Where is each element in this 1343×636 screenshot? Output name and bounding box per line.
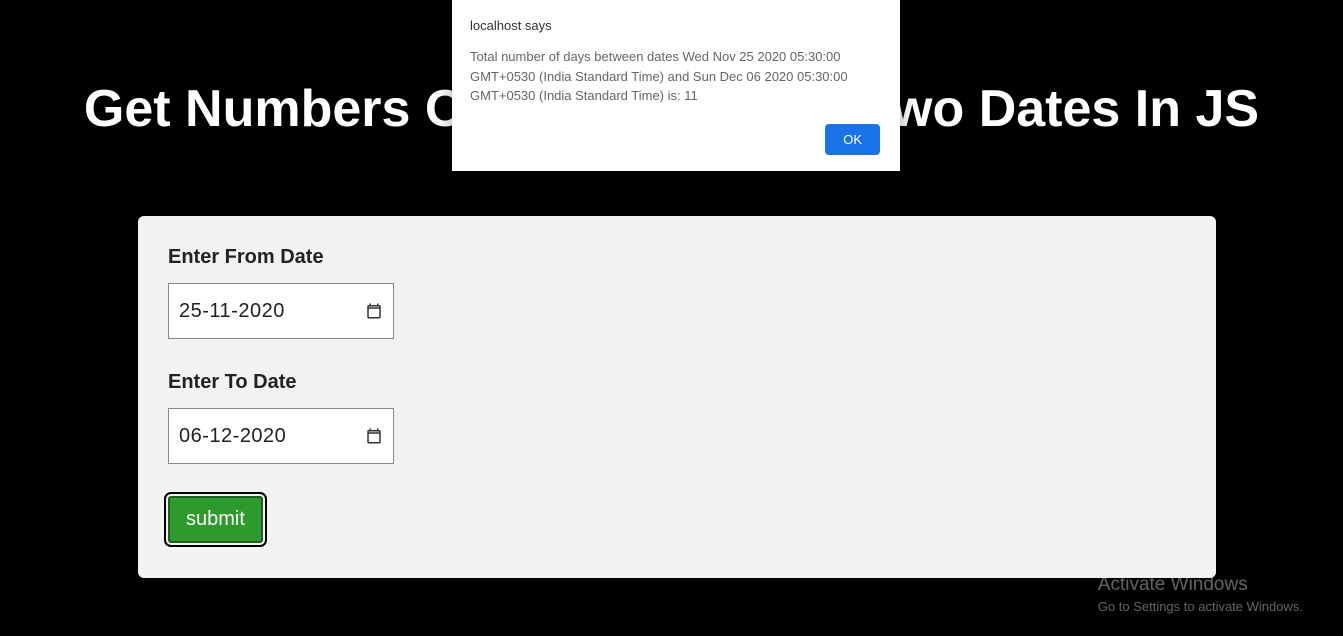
watermark-subtitle: Go to Settings to activate Windows. <box>1098 599 1303 614</box>
windows-activation-watermark: Activate Windows Go to Settings to activ… <box>1098 574 1303 614</box>
alert-message: Total number of days between dates Wed N… <box>470 47 880 106</box>
calendar-icon[interactable] <box>365 302 383 320</box>
to-date-label: Enter To Date <box>168 371 1186 394</box>
from-date-input[interactable]: 25-11-2020 <box>168 283 394 339</box>
form-card: Enter From Date 25-11-2020 Enter To Date… <box>138 216 1216 578</box>
calendar-icon[interactable] <box>365 427 383 445</box>
alert-source: localhost says <box>470 18 880 33</box>
to-date-value: 06-12-2020 <box>179 425 286 448</box>
alert-ok-button[interactable]: OK <box>825 124 880 155</box>
alert-actions: OK <box>470 124 880 155</box>
from-date-label: Enter From Date <box>168 246 1186 269</box>
alert-dialog: localhost says Total number of days betw… <box>452 0 900 171</box>
to-date-input[interactable]: 06-12-2020 <box>168 408 394 464</box>
to-date-group: Enter To Date 06-12-2020 <box>168 371 1186 464</box>
watermark-title: Activate Windows <box>1098 574 1303 596</box>
from-date-value: 25-11-2020 <box>179 300 285 323</box>
from-date-group: Enter From Date 25-11-2020 <box>168 246 1186 339</box>
submit-button[interactable]: submit <box>168 496 263 543</box>
